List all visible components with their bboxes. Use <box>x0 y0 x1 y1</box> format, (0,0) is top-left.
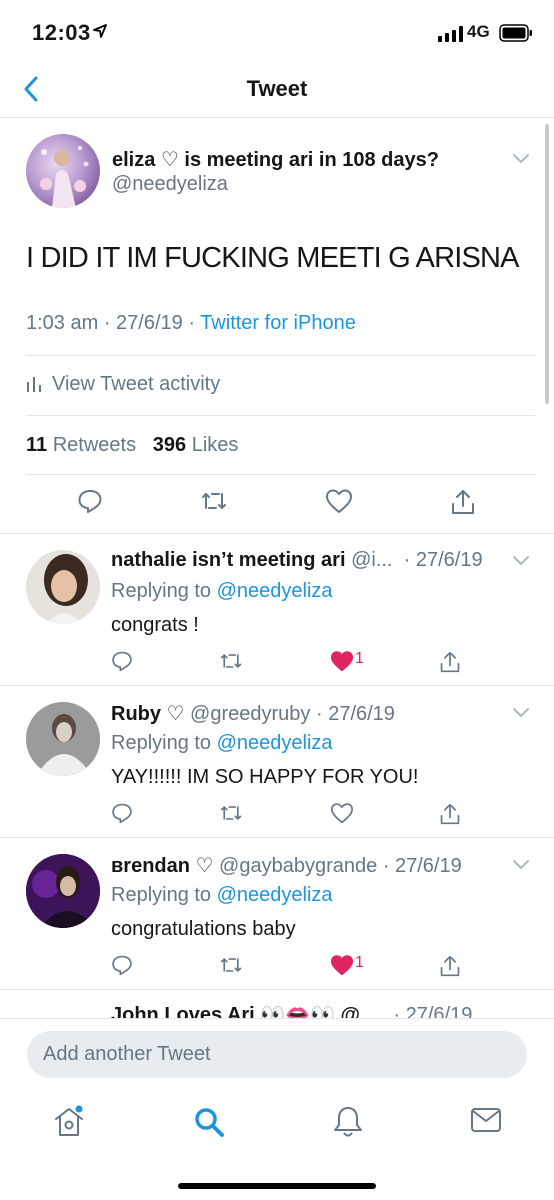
tweet-actions <box>0 488 554 518</box>
reply-header: Ruby ♡ @greedyruby · 27/6/19 <box>111 701 395 726</box>
like-count[interactable]: 396 <box>153 434 186 456</box>
reply-actions <box>0 802 554 828</box>
tweet-text: I DID IT IM FUCKING MEETI G ARISNA <box>26 242 520 274</box>
retweet-count[interactable]: 11 <box>26 434 47 456</box>
avatar[interactable] <box>26 854 100 928</box>
reply-tweet[interactable]: John Loves Ari 👀👄👀 @ · 27/6/19 <box>0 992 554 1020</box>
activity-bars-icon <box>27 377 41 392</box>
avatar[interactable] <box>26 134 100 208</box>
mail-icon[interactable] <box>470 1105 502 1140</box>
reply-author-handle[interactable]: @gaybabygrande <box>213 855 377 877</box>
bottom-area: Add another Tweet <box>0 1018 554 1200</box>
reply-date: · 27/6/19 <box>398 549 483 571</box>
tweet-time: 1:03 am · 27/6/19 · <box>26 312 201 334</box>
tab-bar <box>0 1105 554 1145</box>
like-icon[interactable] <box>330 954 354 981</box>
share-icon[interactable] <box>450 488 476 521</box>
reply-tweet[interactable]: nathalie isn’t meeting ari @i... · 27/6/… <box>0 534 554 686</box>
replying-prefix: Replying to <box>111 732 217 754</box>
share-icon[interactable] <box>439 802 461 831</box>
reply-like-count: 1 <box>355 650 364 667</box>
author-name[interactable]: eliza ♡ is meeting ari in 108 days? <box>112 147 439 172</box>
reply-icon[interactable] <box>77 488 103 519</box>
like-label: Likes <box>186 434 239 456</box>
add-tweet-input[interactable]: Add another Tweet <box>27 1031 527 1078</box>
reply-actions: 1 <box>0 954 554 980</box>
reply-tweet[interactable]: Ruby ♡ @greedyruby · 27/6/19 Replying to… <box>0 686 554 838</box>
chevron-down-icon[interactable] <box>512 554 530 572</box>
like-icon[interactable] <box>330 650 354 677</box>
signal-icon <box>438 26 464 47</box>
reply-header: nathalie isn’t meeting ari @i... · 27/6/… <box>111 549 483 572</box>
replying-to: Replying to @needyeliza <box>111 884 333 907</box>
replying-to: Replying to @needyeliza <box>111 580 333 603</box>
reply-author-handle[interactable]: @i... <box>346 549 392 571</box>
network-label: 4G <box>467 22 490 41</box>
reply-author-name[interactable]: вrendan ♡ <box>111 855 213 877</box>
search-icon[interactable] <box>192 1105 226 1144</box>
reply-date: · 27/6/19 <box>377 855 462 877</box>
page-title: Tweet <box>246 76 308 101</box>
like-icon[interactable] <box>325 488 353 519</box>
reply-author-name[interactable]: nathalie isn’t meeting ari <box>111 549 346 571</box>
like-icon[interactable] <box>330 802 354 829</box>
reply-actions: 1 <box>0 650 554 676</box>
replying-to-link[interactable]: @needyeliza <box>217 580 333 602</box>
divider <box>26 355 536 356</box>
bell-icon[interactable] <box>332 1105 364 1144</box>
chevron-down-icon[interactable] <box>512 858 530 876</box>
main-tweet: eliza ♡ is meeting ari in 108 days? @nee… <box>0 118 554 534</box>
reply-like-count: 1 <box>355 954 364 971</box>
share-icon[interactable] <box>439 650 461 679</box>
tweet-source-link[interactable]: Twitter for iPhone <box>200 312 356 334</box>
tweet-meta: 1:03 am · 27/6/19 · Twitter for iPhone <box>26 312 356 335</box>
retweet-icon[interactable] <box>218 802 244 829</box>
home-indicator <box>178 1183 376 1189</box>
reply-icon[interactable] <box>111 802 133 829</box>
status-bar: 12:03 4G <box>0 0 554 60</box>
reply-icon[interactable] <box>111 650 133 677</box>
avatar[interactable] <box>26 550 100 624</box>
divider <box>26 474 536 475</box>
chevron-down-icon[interactable] <box>512 152 530 170</box>
retweet-icon[interactable] <box>218 954 244 981</box>
author-handle[interactable]: @needyeliza <box>112 173 228 196</box>
share-icon[interactable] <box>439 954 461 983</box>
view-activity-link[interactable]: View Tweet activity <box>26 373 220 396</box>
replying-to: Replying to @needyeliza <box>111 732 333 755</box>
replying-prefix: Replying to <box>111 580 217 602</box>
location-arrow-icon <box>93 24 107 43</box>
reply-text: congrats ! <box>111 614 199 636</box>
chevron-down-icon[interactable] <box>512 706 530 724</box>
retweet-label: Retweets <box>47 434 137 456</box>
reply-author-name[interactable]: Ruby ♡ <box>111 703 185 725</box>
battery-icon <box>499 24 533 47</box>
home-icon[interactable] <box>52 1105 86 1144</box>
engagement-counts: 11 Retweets 396 Likes <box>26 434 238 457</box>
activity-label: View Tweet activity <box>52 373 221 395</box>
replying-to-link[interactable]: @needyeliza <box>217 732 333 754</box>
divider <box>26 415 536 416</box>
nav-bar: Tweet <box>0 60 554 118</box>
avatar[interactable] <box>26 702 100 776</box>
retweet-icon[interactable] <box>199 488 229 519</box>
reply-text: YAY!!!!!! IM SO HAPPY FOR YOU! <box>111 766 419 788</box>
reply-author-handle[interactable]: @greedyruby <box>185 703 310 725</box>
replying-prefix: Replying to <box>111 884 217 906</box>
replying-to-link[interactable]: @needyeliza <box>217 884 333 906</box>
reply-tweet[interactable]: вrendan ♡ @gaybabygrande · 27/6/19 Reply… <box>0 838 554 990</box>
reply-text: congratulations baby <box>111 918 296 940</box>
reply-header: вrendan ♡ @gaybabygrande · 27/6/19 <box>111 853 462 878</box>
reply-date: · 27/6/19 <box>310 703 395 725</box>
retweet-icon[interactable] <box>218 650 244 677</box>
reply-icon[interactable] <box>111 954 133 981</box>
status-time: 12:03 <box>32 20 91 45</box>
